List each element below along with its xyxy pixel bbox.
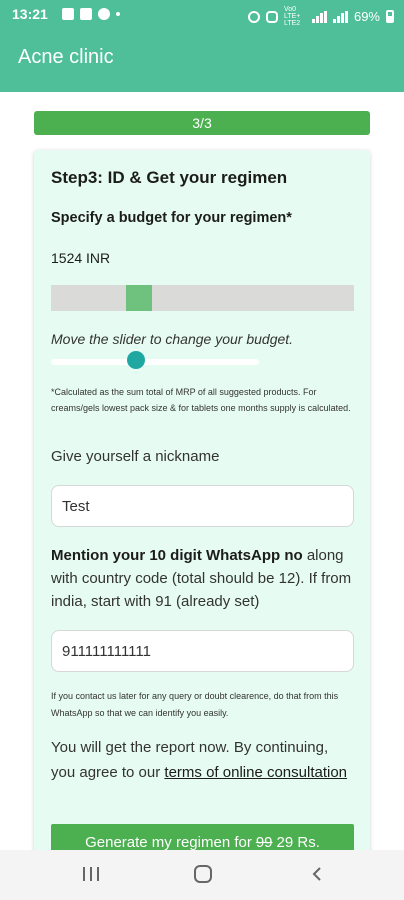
budget-value: 1524 INR <box>51 250 111 266</box>
budget-footnote: *Calculated as the sum total of MRP of a… <box>51 387 351 413</box>
status-bar: 13:21 Vo0 LTE+ LTE2 69% <box>0 0 404 28</box>
signal-icon <box>311 10 327 23</box>
step-progress-bar: 3/3 <box>34 111 370 135</box>
back-icon[interactable] <box>312 867 322 881</box>
whatsapp-number-value: 911111111111 <box>62 642 151 660</box>
image-notification-icon <box>62 8 74 20</box>
battery-icon <box>386 10 394 23</box>
home-icon[interactable] <box>194 865 212 883</box>
whatsapp-label-bold: Mention your 10 digit WhatsApp no <box>51 547 303 564</box>
system-nav-bar <box>0 850 404 900</box>
budget-label: Specify a budget for your regimen* <box>51 210 292 226</box>
budget-slider-thumb[interactable] <box>127 351 145 369</box>
budget-level-bar <box>51 285 354 311</box>
signal-2-icon <box>332 10 348 23</box>
cta-new-price: 29 Rs. <box>276 834 320 851</box>
nickname-input[interactable]: Test <box>51 485 354 527</box>
app-title: Acne clinic <box>18 46 114 68</box>
step-title: Step3: ID & Get your regimen <box>51 168 288 187</box>
terms-link[interactable]: terms of online consultation <box>164 764 347 781</box>
whatsapp-number-input[interactable]: 911111111111 <box>51 630 354 672</box>
hotspot-icon <box>265 10 278 23</box>
status-time: 13:21 <box>12 6 48 22</box>
nickname-label: Give yourself a nickname <box>51 448 220 465</box>
network-type-label: Vo0 LTE+ LTE2 <box>283 6 301 27</box>
app-bar: Acne clinic <box>0 28 404 92</box>
battery-percent: 69% <box>353 9 380 24</box>
mail-notification-icon <box>80 8 92 20</box>
more-notifications-icon <box>116 12 120 16</box>
budget-level-indicator <box>126 285 152 311</box>
slider-hint: Move the slider to change your budget. <box>51 331 294 347</box>
recents-icon[interactable] <box>83 867 99 881</box>
cta-old-price: 99 <box>255 834 273 851</box>
consent-text: You will get the report now. By continui… <box>51 735 356 785</box>
regimen-form-card: Step3: ID & Get your regimen Specify a b… <box>34 150 370 860</box>
whatsapp-label: Mention your 10 digit WhatsApp no along … <box>51 544 356 613</box>
budget-slider-track[interactable] <box>51 359 259 365</box>
cta-label: Generate my regimen for <box>85 834 252 851</box>
facebook-notification-icon <box>98 8 110 20</box>
contact-note: If you contact us later for any query or… <box>51 691 339 718</box>
nickname-value: Test <box>62 497 90 515</box>
alarm-icon <box>247 10 260 23</box>
